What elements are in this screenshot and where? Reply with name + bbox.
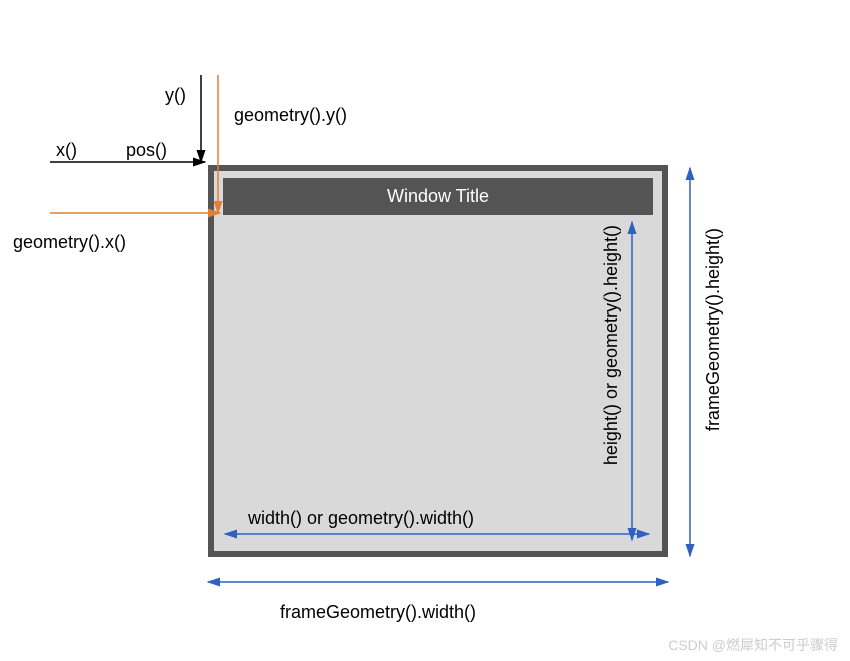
label-pos: pos() — [126, 140, 167, 161]
window-titlebar: Window Title — [223, 178, 653, 215]
window-frame: Window Title — [208, 165, 668, 557]
label-height: height() or geometry().height() — [601, 225, 622, 465]
label-frame-width: frameGeometry().width() — [280, 602, 476, 623]
label-geometry-x: geometry().x() — [13, 232, 126, 253]
label-frame-height: frameGeometry().height() — [703, 228, 724, 431]
label-y: y() — [165, 85, 186, 106]
window-title-text: Window Title — [387, 186, 489, 207]
label-geometry-y: geometry().y() — [234, 105, 347, 126]
watermark: CSDN @燃犀知不可乎骤得 — [668, 635, 838, 655]
label-width: width() or geometry().width() — [248, 508, 474, 529]
label-x: x() — [56, 140, 77, 161]
window-client-area — [223, 218, 653, 543]
